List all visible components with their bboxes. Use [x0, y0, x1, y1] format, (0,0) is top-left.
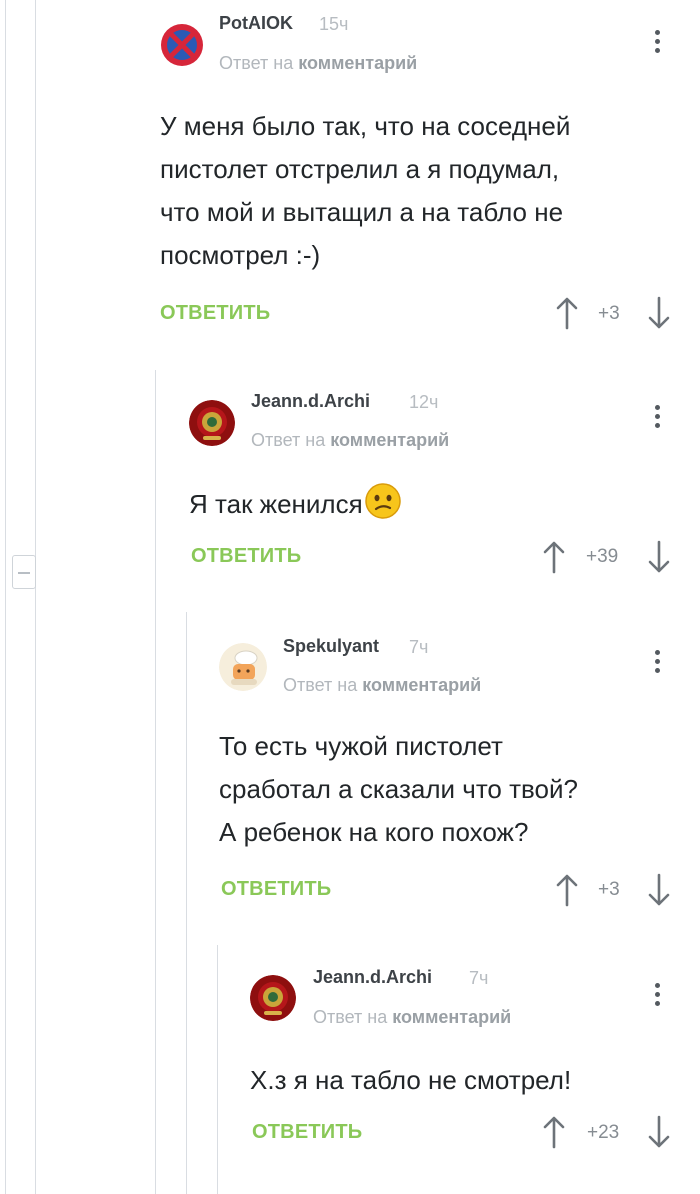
reply-button[interactable]: ОТВЕТИТЬ: [160, 302, 270, 325]
downvote-arrow-icon[interactable]: [647, 873, 671, 907]
no-parking-sign-icon: [161, 24, 203, 66]
avatar[interactable]: [250, 975, 296, 1021]
thread-line: [155, 370, 156, 1194]
reply-to-info[interactable]: Ответ на комментарий: [219, 53, 417, 74]
avatar[interactable]: [189, 400, 235, 446]
collapse-thread-button[interactable]: [12, 555, 36, 589]
reply-to-info[interactable]: Ответ на комментарий: [283, 675, 481, 696]
comment-line: посмотрел :-): [160, 240, 321, 270]
reply-to-info[interactable]: Ответ на комментарий: [251, 430, 449, 451]
upvote-arrow-icon[interactable]: [542, 540, 566, 574]
author-name[interactable]: Spekulyant: [283, 636, 379, 657]
reply-target-link[interactable]: комментарий: [362, 675, 481, 695]
reply-button[interactable]: ОТВЕТИТЬ: [191, 545, 301, 568]
upvote-arrow-icon[interactable]: [555, 296, 579, 330]
comment-line: Я так женился: [189, 489, 363, 519]
comment-text: Х.з я на табло не смотрел!: [250, 1059, 571, 1102]
rating-count: +39: [586, 546, 619, 567]
author-name[interactable]: Jeann.d.Archi: [313, 967, 432, 988]
downvote-arrow-icon[interactable]: [647, 296, 671, 330]
comment-line: что мой и вытащил а на табло не: [160, 197, 564, 227]
comment-line: То есть чужой пистолет: [219, 731, 503, 761]
reply-button[interactable]: ОТВЕТИТЬ: [252, 1121, 362, 1144]
comment-line: сработал а сказали что твой?: [219, 774, 578, 804]
reply-prefix: Ответ на: [283, 675, 358, 695]
red-emblem-avatar-icon: [189, 400, 235, 446]
comment-text: У меня было так, что на соседней пистоле…: [160, 105, 570, 277]
comment-time: 7ч: [409, 637, 429, 657]
more-options-icon[interactable]: [655, 405, 661, 432]
downvote-arrow-icon[interactable]: [647, 1115, 671, 1149]
author-name[interactable]: PotAIOK: [219, 13, 293, 34]
comment-time: 15ч: [319, 14, 349, 34]
comment-text: То есть чужой пистолет сработал а сказал…: [219, 725, 578, 854]
thread-line: [35, 0, 36, 1194]
comment-line: Х.з я на табло не смотрел!: [250, 1065, 572, 1095]
avatar[interactable]: [219, 643, 267, 691]
downvote-arrow-icon[interactable]: [647, 540, 671, 574]
avatar[interactable]: [160, 23, 204, 67]
thread-line: [186, 612, 187, 1194]
thread-line: [217, 945, 218, 1194]
comment-time: 7ч: [469, 968, 489, 988]
reply-prefix: Ответ на: [251, 430, 326, 450]
rating-count: +3: [598, 879, 620, 900]
upvote-arrow-icon[interactable]: [542, 1115, 566, 1149]
confused-face-emoji-icon: [364, 483, 401, 519]
upvote-arrow-icon[interactable]: [555, 873, 579, 907]
reply-to-info[interactable]: Ответ на комментарий: [313, 1007, 511, 1028]
reply-target-link[interactable]: комментарий: [330, 430, 449, 450]
rating-count: +3: [598, 303, 620, 324]
more-options-icon[interactable]: [655, 983, 661, 1010]
more-options-icon[interactable]: [655, 650, 661, 677]
comment-line: пистолет отстрелил а я подумал,: [160, 154, 560, 184]
comment-line: У меня было так, что на соседней: [160, 111, 571, 141]
reply-button[interactable]: ОТВЕТИТЬ: [221, 878, 331, 901]
comment-time: 12ч: [409, 392, 439, 412]
reply-prefix: Ответ на: [313, 1007, 388, 1027]
author-name[interactable]: Jeann.d.Archi: [251, 391, 370, 412]
red-emblem-avatar-icon: [250, 975, 296, 1021]
comment-line: А ребенок на кого похож?: [219, 817, 529, 847]
reply-target-link[interactable]: комментарий: [392, 1007, 511, 1027]
reply-prefix: Ответ на: [219, 53, 294, 73]
more-options-icon[interactable]: [655, 30, 661, 57]
reply-target-link[interactable]: комментарий: [298, 53, 417, 73]
comment-text: Я так женился: [189, 483, 401, 526]
thread-line: [5, 0, 6, 1194]
cartoon-chef-avatar-icon: [219, 643, 267, 691]
rating-count: +23: [587, 1122, 620, 1143]
